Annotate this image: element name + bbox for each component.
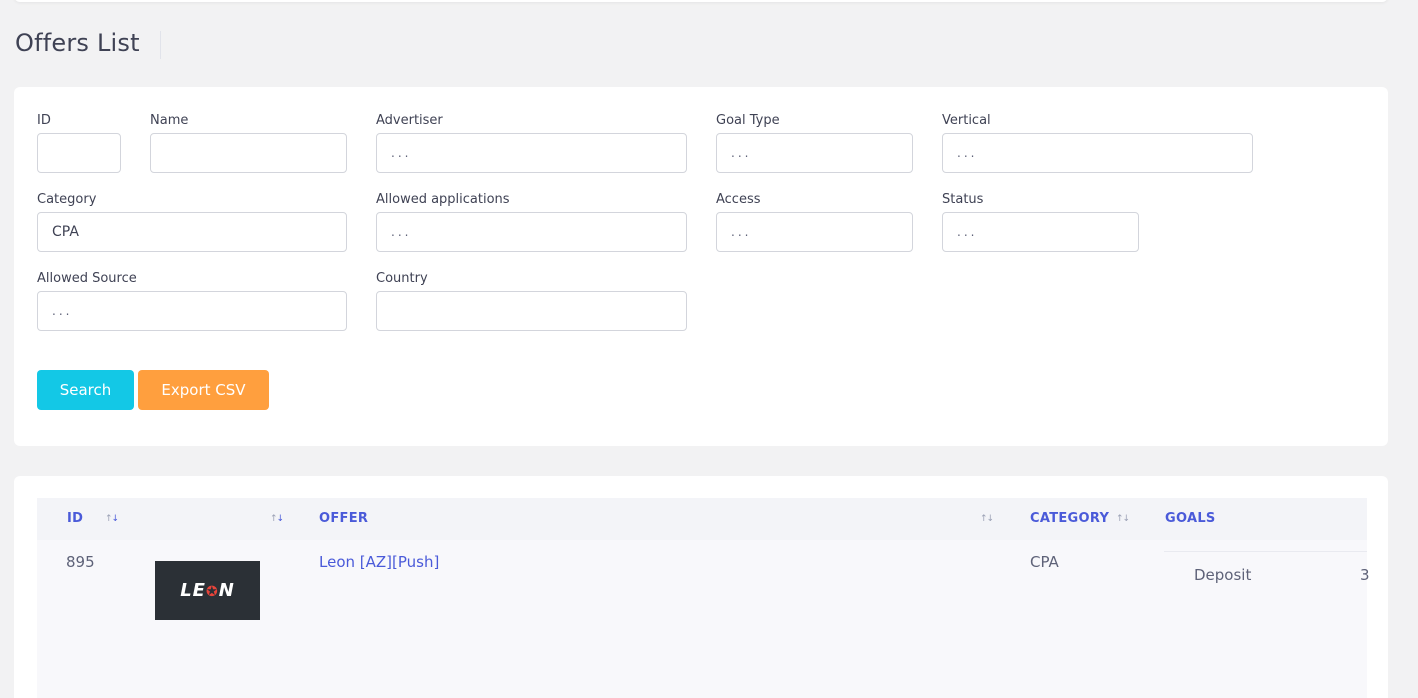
filter-country-label: Country [376, 271, 428, 286]
goal-type-select[interactable]: ... [716, 133, 913, 173]
offer-logo: LE✪N [155, 561, 260, 620]
star-icon: ✪ [205, 584, 219, 600]
export-csv-button[interactable]: Export CSV [138, 370, 269, 410]
allowed-source-select[interactable]: ... [37, 291, 347, 331]
country-select[interactable] [376, 291, 687, 331]
sort-arrows-icon[interactable]: ↑↓ [270, 498, 284, 540]
filter-id-label: ID [37, 113, 51, 128]
category-select[interactable]: CPA [37, 212, 347, 252]
advertiser-select[interactable]: ... [376, 133, 687, 173]
id-input[interactable] [37, 133, 121, 173]
title-divider [160, 31, 161, 59]
filter-category: Category CPA [37, 192, 347, 252]
top-card [14, 0, 1388, 2]
access-select[interactable]: ... [716, 212, 913, 252]
filter-advertiser-label: Advertiser [376, 113, 443, 128]
filter-status-label: Status [942, 192, 984, 207]
offer-link[interactable]: Leon [AZ][Push] [319, 553, 439, 571]
row-id: 895 [66, 553, 95, 571]
filter-name: Name [150, 113, 347, 173]
filter-panel: ID Name Advertiser ... Goal Type ... Ver… [14, 87, 1388, 446]
sort-arrows-icon[interactable]: ↑↓ [1116, 498, 1130, 540]
search-button[interactable]: Search [37, 370, 134, 410]
goal-name: Deposit [1194, 566, 1252, 584]
offers-table: ID ↑↓ ↑↓ OFFER ↑↓ CATEGORY ↑↓ GOALS 895 … [14, 476, 1388, 698]
logo-text-end: N [218, 580, 235, 601]
page-title: Offers List [15, 29, 140, 57]
filter-vertical: Vertical ... [942, 113, 1253, 173]
allowed-applications-select[interactable]: ... [376, 212, 687, 252]
filter-allowed-applications-label: Allowed applications [376, 192, 510, 207]
filter-allowed-applications: Allowed applications ... [376, 192, 687, 252]
filter-name-label: Name [150, 113, 189, 128]
filter-status: Status ... [942, 192, 1139, 252]
filter-access-label: Access [716, 192, 761, 207]
row-category: CPA [1030, 553, 1059, 571]
status-select[interactable]: ... [942, 212, 1139, 252]
name-input[interactable] [150, 133, 347, 173]
filter-country: Country [376, 271, 687, 331]
filter-id: ID [37, 113, 121, 173]
column-goals: GOALS [1165, 511, 1216, 526]
vertical-select[interactable]: ... [942, 133, 1253, 173]
filter-allowed-source-label: Allowed Source [37, 271, 137, 286]
filter-goal-type-label: Goal Type [716, 113, 780, 128]
column-offer[interactable]: OFFER [319, 498, 368, 540]
table-header: ID ↑↓ ↑↓ OFFER ↑↓ CATEGORY ↑↓ GOALS [37, 498, 1367, 540]
column-id[interactable]: ID [67, 498, 83, 540]
filter-category-label: Category [37, 192, 97, 207]
sort-arrows-icon[interactable]: ↑↓ [980, 498, 994, 540]
table-row: 895 LE✪N Leon [AZ][Push] CPA Deposit 3 [37, 540, 1370, 698]
filter-access: Access ... [716, 192, 913, 252]
filter-allowed-source: Allowed Source ... [37, 271, 347, 331]
logo-text: LE [180, 580, 206, 601]
goal-value: 3 [1360, 566, 1370, 584]
column-category[interactable]: CATEGORY [1030, 498, 1109, 540]
filter-vertical-label: Vertical [942, 113, 991, 128]
sort-arrows-icon[interactable]: ↑↓ [105, 498, 119, 540]
goal-item: Deposit 3 [1164, 551, 1370, 601]
filter-advertiser: Advertiser ... [376, 113, 687, 173]
filter-goal-type: Goal Type ... [716, 113, 913, 173]
